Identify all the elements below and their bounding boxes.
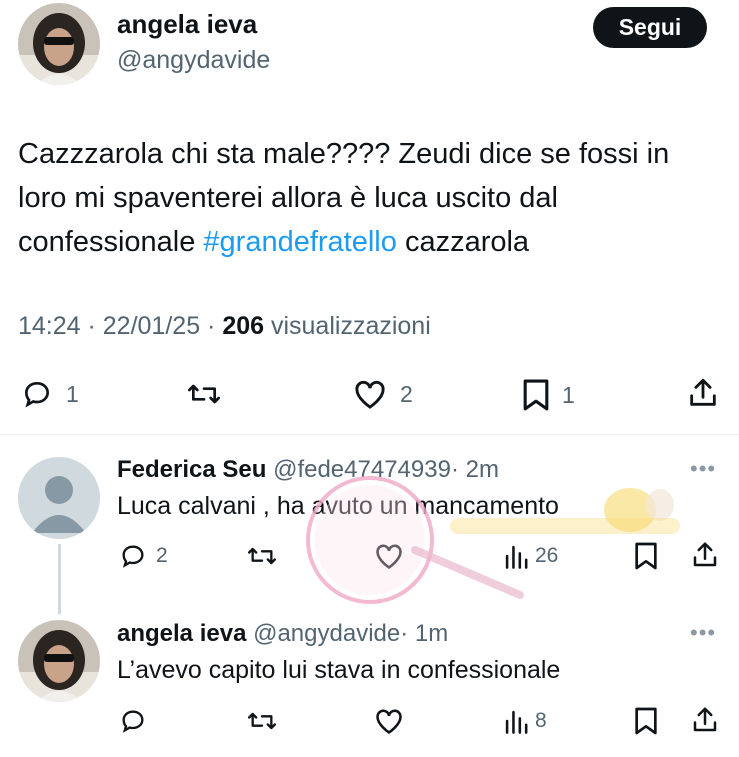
reply-text: L’avevo capito lui stava in confessional… [117,656,561,684]
reply-button[interactable]: 1 [20,378,79,410]
retweet-button[interactable] [185,378,223,410]
reply-button[interactable] [118,707,148,735]
share-icon [693,707,717,732]
reply-author-avatar[interactable] [18,620,100,702]
views-icon [505,545,528,569]
reply-author-name[interactable]: angela ieva [117,620,246,647]
retweet-button[interactable] [245,542,279,570]
reply-header: angela ieva @angydavide· 1m [117,620,448,648]
reply-time[interactable]: · 2m [451,456,499,483]
reply-button[interactable]: 2 [118,542,168,570]
reply-avatar-default[interactable] [18,457,100,539]
retweet-icon [248,712,276,730]
like-icon [376,709,402,734]
reply-icon [24,381,50,408]
tweet-text-part-2: cazzarola [396,226,530,258]
reply-count: 2 [156,544,168,567]
reply-icon [122,545,144,568]
retweet-icon [248,547,276,565]
bookmark-icon [635,542,657,570]
retweet-icon [188,384,221,404]
author-name[interactable]: angela ieva [117,9,257,40]
reply-count: 1 [66,380,79,407]
views-button[interactable]: 26 [503,542,558,570]
watermark-logo [306,476,680,604]
like-count: 2 [400,380,413,407]
divider [0,434,739,435]
follow-button[interactable]: Segui [593,7,707,48]
share-icon [690,378,716,406]
share-button[interactable] [690,705,720,735]
hashtag-link[interactable]: #grandefratello [203,226,396,258]
reply-text: Luca calvani , ha avuto un mancamento [117,492,559,520]
reply-icon [122,710,144,733]
tweet-meta: 14:24 · 22/01/25 · 206 visualizzazioni [18,312,431,341]
views-button[interactable]: 8 [503,707,547,735]
bookmark-count: 1 [562,381,575,408]
bookmark-icon [635,707,657,735]
reply-header: Federica Seu @fede47474939· 2m [117,456,499,484]
like-icon [355,380,385,409]
reply-time[interactable]: · 1m [400,620,448,647]
share-icon [693,542,717,567]
share-button[interactable] [686,376,720,410]
views-count: 8 [535,709,547,732]
like-button[interactable] [373,707,405,735]
author-handle[interactable]: @angydavide [117,46,270,75]
reply-author-handle[interactable]: @angydavide [253,620,400,647]
tweet-text: Cazzzarola chi sta male???? Zeudi dice s… [18,132,718,264]
views-icon [505,710,528,734]
views-count: 26 [535,544,559,567]
like-icon [376,544,402,569]
like-button[interactable] [373,542,405,570]
bookmark-button[interactable]: 1 [522,378,575,412]
share-button[interactable] [690,540,720,570]
reply-author-name[interactable]: Federica Seu [117,456,266,483]
reply-author-handle[interactable]: @fede47474939 [273,456,451,483]
more-options-icon[interactable]: ••• [690,456,716,482]
like-button[interactable]: 2 [352,378,413,410]
tweet-timestamp[interactable]: 14:24 · 22/01/25 · [18,312,222,340]
bookmark-icon [523,379,549,411]
views-label: visualizzazioni [264,312,431,340]
views-count: 206 [222,312,265,340]
author-avatar[interactable] [18,3,100,85]
bookmark-button[interactable] [634,541,658,571]
retweet-button[interactable] [245,707,279,735]
bookmark-button[interactable] [634,706,658,736]
more-options-icon[interactable]: ••• [690,620,716,646]
thread-line [58,544,61,614]
